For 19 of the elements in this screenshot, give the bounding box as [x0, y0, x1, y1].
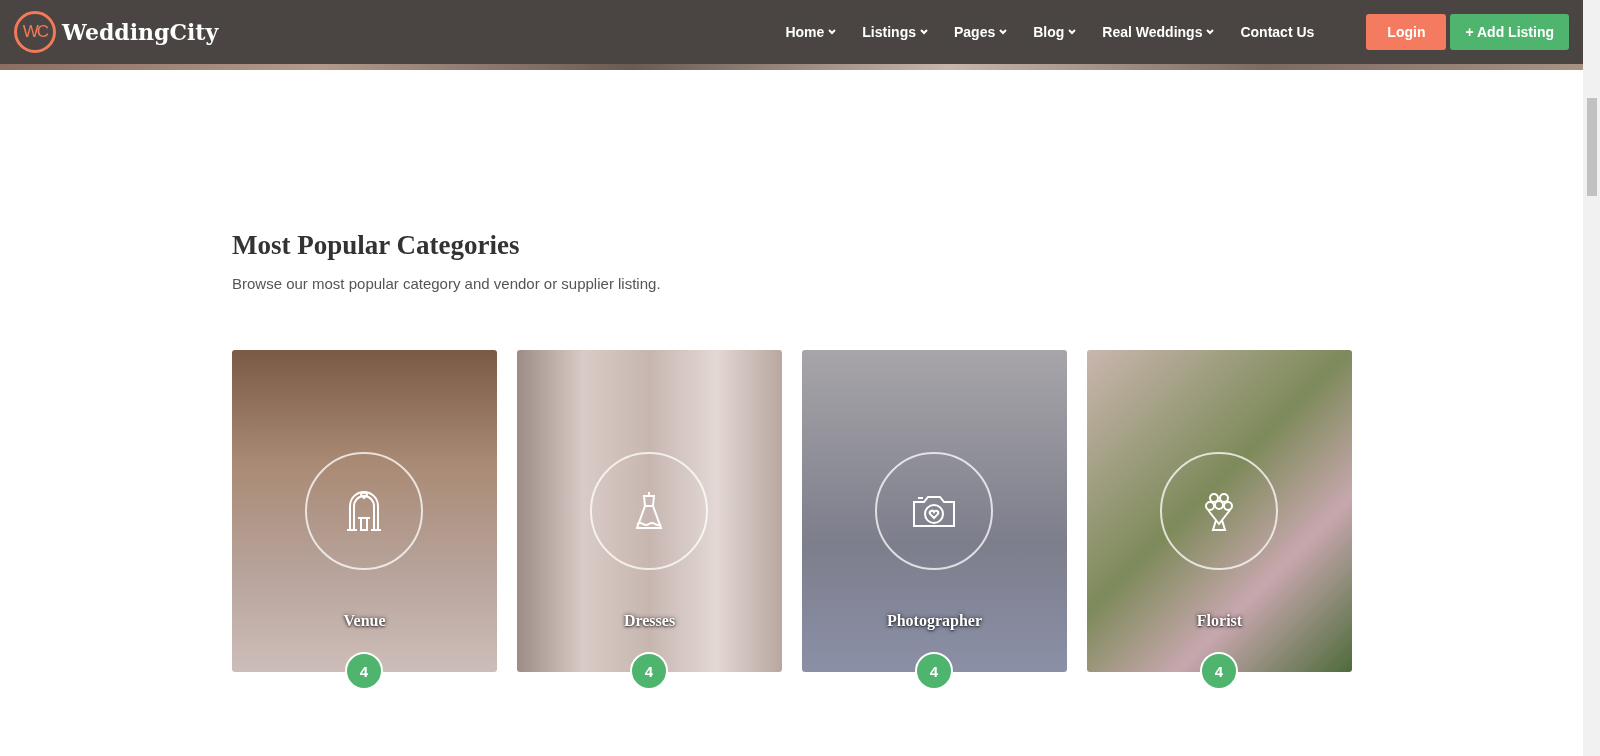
nav-link[interactable]: Home: [785, 24, 837, 40]
nav-link[interactable]: Contact Us: [1240, 24, 1315, 40]
scrollbar[interactable]: [1583, 0, 1600, 756]
category-name: Venue: [342, 612, 387, 630]
listing-count-badge: 4: [915, 652, 953, 690]
category-name: Florist: [1195, 612, 1244, 630]
nav-link[interactable]: Pages: [954, 24, 1008, 40]
nav-link[interactable]: Blog: [1033, 24, 1077, 40]
listing-count-badge: 4: [345, 652, 383, 690]
nav-link[interactable]: Listings: [862, 24, 928, 40]
listing-count-badge: 4: [630, 652, 668, 690]
category-name: Photographer: [885, 612, 984, 630]
section-subtitle: Browse our most popular category and vendor or supplier listing.: [232, 275, 662, 292]
listing-count-badge: 4: [1200, 652, 1238, 690]
nav-link[interactable]: Real Weddings: [1102, 24, 1215, 40]
category-name: Dresses: [622, 612, 677, 630]
scrollbar-thumb[interactable]: [1586, 98, 1597, 196]
section-title: Most Popular Categories: [232, 230, 521, 261]
brand-name[interactable]: WeddingCity: [62, 19, 219, 45]
